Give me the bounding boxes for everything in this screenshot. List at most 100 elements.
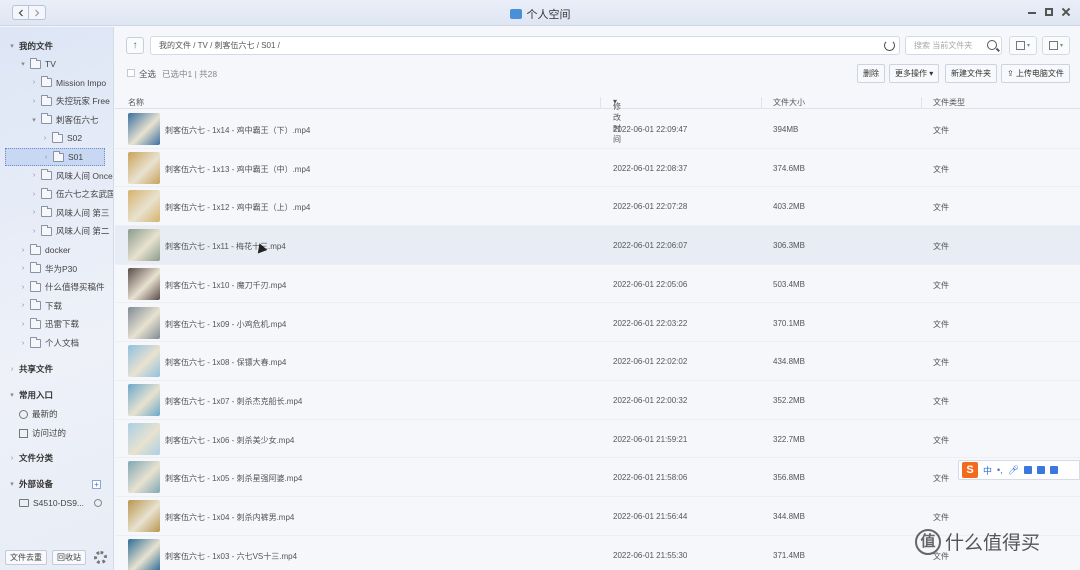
chevron-right-icon[interactable]: › — [8, 365, 16, 373]
sidebar-tree-item[interactable]: › docker — [19, 241, 71, 259]
sidebar-tree-item[interactable]: › 失控玩家 Free — [30, 92, 110, 110]
chevron-right-icon[interactable]: › — [19, 339, 27, 347]
sidebar-tree-item[interactable]: ▾ 刺客伍六七 — [30, 111, 99, 129]
video-thumbnail[interactable] — [128, 113, 160, 145]
table-row[interactable]: 刺客伍六七 - 1x08 - 保镖大春.mp4 2022-06-01 22:02:… — [115, 342, 1080, 381]
table-row[interactable]: 刺客伍六七 - 1x05 - 刺杀星强阿婆.mp4 2022-06-01 21:5… — [115, 458, 1080, 497]
maximize-icon[interactable] — [1045, 8, 1053, 16]
sidebar-tree-item[interactable]: › 伍六七之玄武国 — [30, 185, 113, 203]
chevron-right-icon[interactable]: › — [19, 302, 27, 310]
sidebar-tree-item[interactable]: › S02 — [41, 129, 82, 147]
sidebar-shared[interactable]: › 共享文件 — [8, 360, 53, 378]
chevron-right-icon[interactable]: › — [19, 265, 27, 273]
sidebar-tree-item[interactable]: › 迅雷下载 — [19, 315, 79, 333]
video-thumbnail[interactable] — [128, 422, 160, 455]
sidebar-recent[interactable]: 最新的 — [19, 405, 58, 423]
sidebar-external[interactable]: ▾ 外部设备 — [8, 475, 53, 493]
chevron-right-icon[interactable]: › — [8, 454, 16, 462]
sidebar-my-files[interactable]: ▾ 我的文件 — [8, 37, 53, 55]
search-input[interactable]: 搜索 当前文件夹 — [905, 36, 1002, 55]
select-all-checkbox[interactable] — [127, 69, 135, 77]
chevron-down-icon[interactable]: ▾ — [8, 391, 16, 399]
sort-menu-button[interactable]: ▾ — [1009, 36, 1037, 55]
video-thumbnail[interactable] — [128, 461, 160, 494]
table-row[interactable]: 刺客伍六七 - 1x06 - 刺杀美少女.mp4 2022-06-01 21:59… — [115, 420, 1080, 459]
chevron-right-icon[interactable]: › — [30, 209, 38, 217]
close-icon[interactable] — [1062, 8, 1070, 16]
gear-icon[interactable] — [94, 550, 107, 564]
video-thumbnail[interactable] — [128, 500, 160, 532]
video-thumbnail[interactable] — [128, 229, 160, 262]
sidebar-tree-item[interactable]: › 个人文档 — [19, 334, 79, 352]
path-bar[interactable]: 我的文件 / TV / 刺客伍六七 / S01 / — [150, 36, 900, 55]
chevron-right-icon[interactable]: › — [19, 283, 27, 291]
sidebar-tree-item[interactable]: › S01 — [5, 148, 105, 166]
video-thumbnail[interactable] — [128, 306, 160, 339]
chevron-right-icon[interactable]: › — [30, 227, 38, 235]
sidebar-visited[interactable]: 访问过的 — [19, 424, 66, 442]
delete-button[interactable]: 删除 — [857, 64, 885, 83]
column-name[interactable]: 名称 — [128, 97, 144, 108]
new-folder-button[interactable]: 新建文件夹 — [945, 64, 997, 83]
chevron-down-icon[interactable]: ▾ — [30, 116, 38, 124]
up-directory-button[interactable]: ↑ — [126, 37, 144, 54]
select-all-label[interactable]: 全选 — [139, 68, 156, 80]
video-thumbnail[interactable] — [128, 383, 160, 416]
keyboard-icon[interactable] — [1024, 466, 1033, 474]
toolbox-icon[interactable] — [1050, 466, 1059, 474]
table-row[interactable]: 刺客伍六七 - 1x07 - 刺杀杰克船长.mp4 2022-06-01 22:0… — [115, 381, 1080, 420]
table-row[interactable]: 刺客伍六七 - 1x13 - 鸡中霸王（中）.mp4 2022-06-01 22:… — [115, 149, 1080, 188]
chevron-right-icon[interactable]: › — [41, 134, 49, 142]
table-row[interactable]: 刺客伍六七 - 1x10 - 魔刀千刃.mp4 2022-06-01 22:05:… — [115, 265, 1080, 304]
recycle-bin-button[interactable]: 回收站 — [52, 549, 86, 565]
sidebar-tree-item[interactable]: › 风味人间 Once — [30, 167, 113, 185]
chevron-right-icon[interactable]: › — [30, 97, 38, 105]
table-row[interactable]: 刺客伍六七 - 1x09 - 小鸡危机.mp4 2022-06-01 22:03:… — [115, 304, 1080, 343]
sidebar-tree-item[interactable]: › 下载 — [19, 297, 62, 315]
column-type[interactable]: 文件类型 — [933, 97, 965, 108]
ime-logo-icon[interactable]: S — [962, 462, 978, 478]
chevron-right-icon[interactable]: › — [30, 79, 38, 87]
sidebar-tree-item[interactable]: › 风味人间 第三 — [30, 204, 109, 222]
sidebar-tree-item[interactable]: › 什么值得买稿件 — [19, 278, 105, 296]
refresh-icon[interactable] — [884, 40, 895, 51]
chevron-right-icon[interactable]: › — [42, 153, 50, 161]
sidebar-common[interactable]: ▾ 常用入口 — [8, 386, 53, 404]
sidebar-tree-item[interactable]: › 风味人间 第二 — [30, 222, 109, 240]
column-size[interactable]: 文件大小 — [773, 97, 805, 108]
sidebar-category[interactable]: › 文件分类 — [8, 449, 53, 467]
view-mode-button[interactable]: ▾ — [1042, 36, 1070, 55]
ime-mode-toggle[interactable]: 中 — [983, 464, 992, 477]
minimize-icon[interactable] — [1028, 8, 1036, 14]
sidebar-tree-item[interactable]: › Mission Impo — [30, 74, 106, 92]
file-size: 434.8MB — [773, 357, 806, 367]
eject-icon[interactable] — [94, 499, 102, 507]
punctuation-icon[interactable]: •, — [997, 465, 1003, 475]
video-thumbnail[interactable] — [128, 190, 160, 223]
column-mtime[interactable]: 修改时间 ▾ — [613, 97, 621, 144]
video-thumbnail[interactable] — [128, 151, 160, 184]
chevron-right-icon[interactable]: › — [19, 320, 27, 328]
video-thumbnail[interactable] — [128, 345, 160, 378]
upload-button[interactable]: ⇪ 上传电脑文件 — [1001, 64, 1070, 83]
chevron-down-icon[interactable]: ▾ — [8, 480, 16, 488]
video-thumbnail[interactable] — [128, 267, 160, 300]
skin-icon[interactable] — [1037, 466, 1046, 474]
table-row[interactable]: 刺客伍六七 - 1x12 - 鸡中霸王（上）.mp4 2022-06-01 22:… — [115, 187, 1080, 227]
search-icon[interactable] — [987, 40, 997, 50]
add-device-icon[interactable]: + — [92, 480, 101, 489]
chevron-down-icon[interactable]: ▾ — [8, 42, 16, 50]
chevron-down-icon[interactable]: ▾ — [19, 60, 27, 68]
chevron-right-icon[interactable]: › — [19, 246, 27, 254]
sidebar-device[interactable]: S4510-DS9... — [19, 494, 84, 512]
dedupe-button[interactable]: 文件去重 — [5, 549, 47, 565]
chevron-right-icon[interactable]: › — [30, 190, 38, 198]
video-thumbnail[interactable] — [128, 538, 160, 570]
sidebar-tree-item[interactable]: › 华为P30 — [19, 260, 77, 278]
chevron-right-icon[interactable]: › — [30, 172, 38, 180]
table-row[interactable]: 刺客伍六七 - 1x14 - 鸡中霸王（下）.mp4 2022-06-01 22:… — [115, 110, 1080, 149]
more-actions-button[interactable]: 更多操作 ▾ — [889, 64, 940, 83]
sidebar-tree-item[interactable]: ▾ TV — [19, 55, 56, 73]
file-time: 2022-06-01 22:03:22 — [613, 318, 688, 328]
microphone-icon[interactable]: 🎤︎ — [1008, 465, 1019, 476]
